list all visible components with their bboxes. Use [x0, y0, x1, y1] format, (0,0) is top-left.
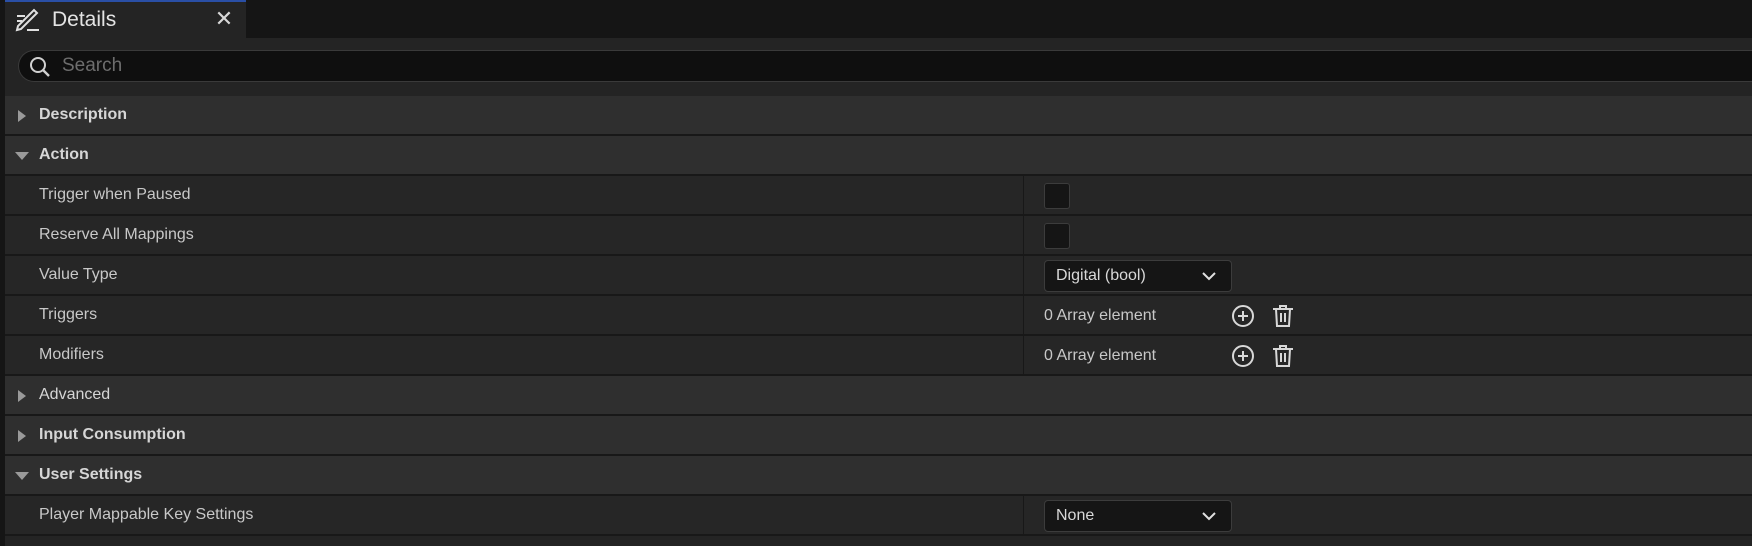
property-label: Trigger when Paused [39, 186, 191, 203]
expanded-arrow-icon[interactable] [15, 469, 29, 483]
category-user-settings[interactable]: User Settings [5, 456, 1752, 496]
property-label: Reserve All Mappings [39, 226, 194, 243]
property-row-player-mappable-key-settings: Player Mappable Key Settings None [5, 496, 1752, 536]
property-row-value-type: Value Type Digital (bool) [5, 256, 1752, 296]
column-divider[interactable] [1023, 496, 1024, 534]
delete-trash-icon[interactable] [1271, 344, 1295, 368]
dropdown-value: Digital (bool) [1056, 267, 1146, 284]
delete-trash-icon[interactable] [1271, 304, 1295, 328]
category-label: Action [39, 146, 89, 163]
dropdown-value: None [1056, 507, 1095, 524]
property-label: Modifiers [39, 346, 104, 363]
property-label: Triggers [39, 306, 98, 323]
details-panel: Description Action Trigger when Paused R… [5, 38, 1752, 546]
search-icon [30, 57, 50, 77]
property-row-trigger-when-paused: Trigger when Paused [5, 176, 1752, 216]
collapsed-arrow-icon[interactable] [15, 429, 29, 443]
search-box[interactable] [18, 50, 1752, 82]
collapsed-arrow-icon[interactable] [15, 109, 29, 123]
property-label: Player Mappable Key Settings [39, 506, 254, 523]
property-row-reserve-all-mappings: Reserve All Mappings [5, 216, 1752, 256]
expanded-arrow-icon[interactable] [15, 149, 29, 163]
add-element-icon[interactable] [1231, 344, 1255, 368]
search-input[interactable] [62, 51, 1742, 81]
property-label: Value Type [39, 266, 118, 283]
value-type-dropdown[interactable]: Digital (bool) [1044, 260, 1232, 292]
column-divider[interactable] [1023, 336, 1024, 374]
add-element-icon[interactable] [1231, 304, 1255, 328]
property-row-modifiers: Modifiers 0 Array element [5, 336, 1752, 376]
collapsed-arrow-icon[interactable] [15, 389, 29, 403]
column-divider[interactable] [1023, 176, 1024, 214]
tab-details[interactable]: Details ✕ [5, 0, 246, 38]
chevron-down-icon [1202, 512, 1216, 521]
category-label: Description [39, 106, 128, 123]
player-mappable-key-settings-dropdown[interactable]: None [1044, 500, 1232, 532]
close-tab-button[interactable]: ✕ [213, 8, 235, 30]
category-label: Input Consumption [39, 426, 186, 443]
category-action[interactable]: Action [5, 136, 1752, 176]
pencil-details-icon [15, 8, 39, 32]
category-advanced[interactable]: Advanced [5, 376, 1752, 416]
category-label: User Settings [39, 466, 143, 483]
category-description[interactable]: Description [5, 96, 1752, 136]
tab-bar: Details ✕ [0, 0, 1752, 38]
reserve-all-mappings-checkbox[interactable] [1044, 223, 1070, 249]
array-count: 0 Array element [1044, 347, 1157, 364]
category-label: Advanced [39, 386, 111, 403]
array-count: 0 Array element [1044, 307, 1157, 324]
chevron-down-icon [1202, 272, 1216, 281]
category-input-consumption[interactable]: Input Consumption [5, 416, 1752, 456]
column-divider[interactable] [1023, 256, 1024, 294]
tab-title: Details [52, 8, 117, 31]
property-row-triggers: Triggers 0 Array element [5, 296, 1752, 336]
trigger-when-paused-checkbox[interactable] [1044, 183, 1070, 209]
column-divider[interactable] [1023, 216, 1024, 254]
column-divider[interactable] [1023, 296, 1024, 334]
